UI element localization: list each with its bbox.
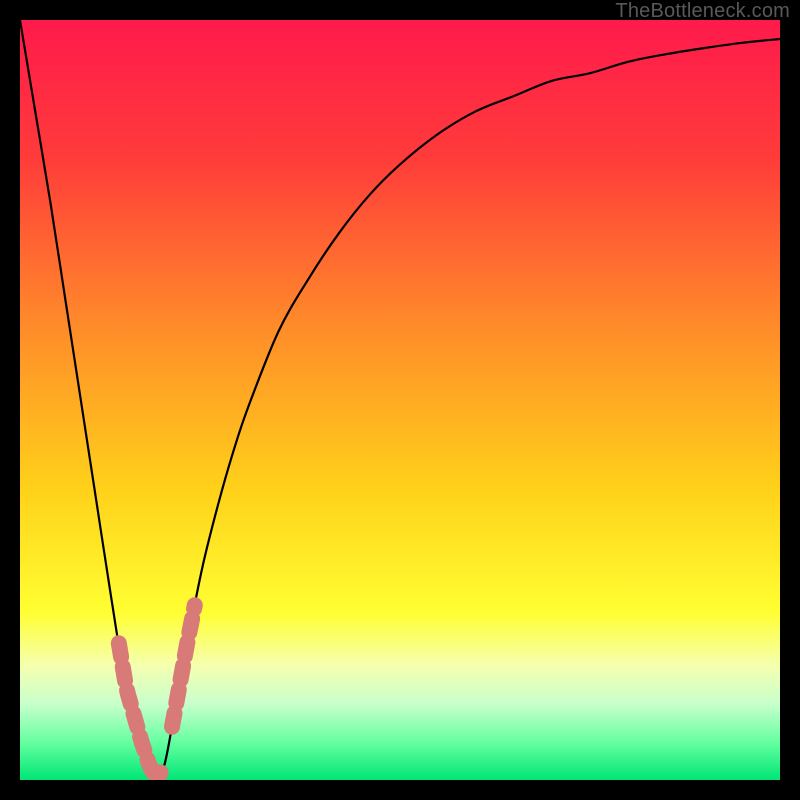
highlight-segment [119, 643, 161, 778]
curve-layer [20, 20, 780, 780]
highlight-segments [119, 605, 195, 778]
plot-area [20, 20, 780, 780]
chart-frame: TheBottleneck.com [0, 0, 800, 800]
watermark-text: TheBottleneck.com [615, 0, 790, 23]
bottleneck-curve [20, 20, 780, 780]
highlight-segment [172, 605, 195, 727]
